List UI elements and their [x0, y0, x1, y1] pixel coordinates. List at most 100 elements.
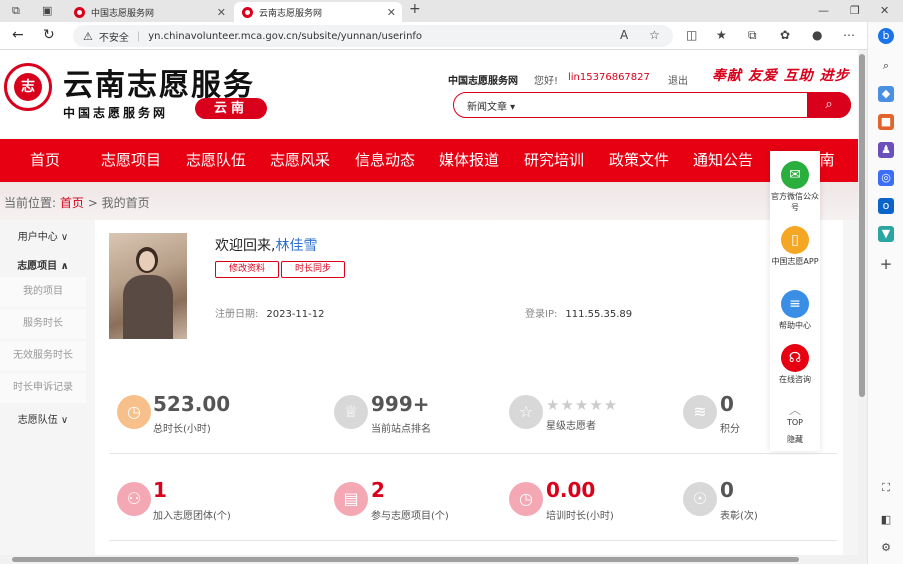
nav-home[interactable]: 首页: [15, 139, 75, 182]
search-icon[interactable]: ⌕: [878, 58, 894, 74]
logout-link[interactable]: 退出: [668, 72, 688, 87]
consult-label: 在线咨询: [779, 375, 811, 384]
maximize-icon[interactable]: ❐: [850, 4, 860, 17]
points-value: 0: [720, 392, 734, 416]
browser-tab-1[interactable]: 中国志愿服务网 ✕: [66, 2, 232, 22]
scroll-thumb[interactable]: [859, 54, 865, 397]
consult-button[interactable]: ☊ 在线咨询: [770, 344, 820, 385]
site-header: 志 云南志愿服务 中国志愿服务网 云南 中国志愿服务网 您好! lin15376…: [0, 50, 858, 139]
refresh-icon[interactable]: ↻: [43, 27, 55, 43]
ip-value: 111.55.35.89: [565, 309, 633, 320]
sidebar-item-user-center[interactable]: 用户中心 ∨: [0, 228, 86, 243]
sidebar-item-invalid-hours[interactable]: 无效服务时长: [0, 341, 86, 371]
nav-teams[interactable]: 志愿队伍: [181, 139, 251, 182]
url-bar[interactable]: ⚠ 不安全 | yn.chinavolunteer.mca.gov.cn/sub…: [73, 25, 673, 47]
favorites-icon[interactable]: ★: [716, 28, 727, 42]
shopping-icon[interactable]: ◆: [878, 86, 894, 102]
profile-icon[interactable]: ●: [812, 28, 822, 42]
search-category-select[interactable]: 新闻文章 ▾: [467, 98, 515, 113]
welcome-text: 欢迎回来,林佳雪: [215, 235, 317, 255]
split-screen-icon[interactable]: ◫: [686, 28, 697, 42]
site-favicon-icon: [242, 6, 253, 18]
region-badge: 云南: [195, 98, 267, 119]
sidebar-item-projects[interactable]: 志愿项目 ∧: [0, 257, 86, 272]
sidebar-item-service-hours[interactable]: 服务时长: [0, 309, 86, 339]
chevron-up-icon: ︿: [788, 403, 801, 417]
help-button[interactable]: ≡ 帮助中心: [770, 290, 820, 331]
breadcrumb: 当前位置: 首页 > 我的首页: [4, 194, 150, 211]
settings-gear-icon[interactable]: ⚙: [878, 540, 894, 556]
read-aloud-icon[interactable]: A: [620, 28, 628, 42]
divider: [109, 453, 837, 454]
back-icon[interactable]: ←: [12, 27, 24, 43]
sidebar-toggle-icon[interactable]: ◧: [878, 512, 894, 528]
tools-icon[interactable]: ■: [878, 114, 894, 130]
edit-profile-button[interactable]: 修改资料: [215, 261, 279, 278]
new-tab-icon[interactable]: +: [409, 1, 421, 17]
games-icon[interactable]: ♟: [878, 142, 894, 158]
app-label: 中国志愿APP: [771, 257, 819, 266]
add-sidebar-icon[interactable]: +: [878, 256, 894, 272]
minimize-icon[interactable]: —: [818, 4, 829, 17]
nav-news[interactable]: 信息动态: [350, 139, 420, 182]
address-toolbar: ← ↻ ⚠ 不安全 | yn.chinavolunteer.mca.gov.cn…: [0, 22, 903, 50]
coins-icon: ≋: [683, 395, 717, 429]
reg-date-label: 注册日期:: [215, 309, 259, 320]
browser-tab-2[interactable]: 云南志愿服务网 ✕: [234, 2, 402, 22]
nav-projects[interactable]: 志愿项目: [96, 139, 166, 182]
scroll-thumb[interactable]: [12, 557, 799, 562]
hide-toolbar-button[interactable]: 隐藏: [770, 434, 820, 445]
close-tab-icon[interactable]: ✕: [217, 6, 226, 19]
medal-icon: ☉: [683, 482, 717, 516]
tab-title: 云南志愿服务网: [259, 8, 323, 19]
favorite-star-icon[interactable]: ☆: [649, 28, 660, 42]
user-sidebar: 用户中心 ∨ 志愿项目 ∧ 我的项目 服务时长 无效服务时长 时长申诉记录 志愿…: [0, 220, 86, 560]
breadcrumb-label: 当前位置:: [4, 196, 57, 210]
workspaces-icon[interactable]: ⧉: [12, 4, 20, 18]
m365-icon[interactable]: ◎: [878, 170, 894, 186]
browser-tabbar: ⧉ ▣ 中国志愿服务网 ✕ 云南志愿服务网 ✕ + — ❐ ✕: [0, 0, 903, 22]
phone-icon: ▯: [781, 226, 809, 254]
rank-label: 当前站点排名: [371, 424, 431, 435]
username-link[interactable]: lin15376867827: [568, 72, 650, 83]
search-button[interactable]: ⌕: [807, 92, 851, 118]
drop-icon[interactable]: ▼: [878, 226, 894, 242]
tab-title: 中国志愿服务网: [91, 8, 155, 19]
headset-icon: ☊: [781, 344, 809, 372]
volunteer-logo-icon[interactable]: 志: [4, 63, 52, 111]
collections-icon[interactable]: ⧉: [748, 28, 757, 43]
reg-date-value: 2023-11-12: [266, 309, 325, 320]
main-site-link[interactable]: 中国志愿服务网: [448, 72, 518, 87]
sidebar-item-teams[interactable]: 志愿队伍 ∨: [0, 411, 86, 426]
nav-media[interactable]: 媒体报道: [434, 139, 504, 182]
warning-icon: ⚠: [83, 29, 93, 43]
nav-showcase[interactable]: 志愿风采: [265, 139, 335, 182]
breadcrumb-current: 我的首页: [101, 196, 150, 210]
close-tab-icon[interactable]: ✕: [387, 6, 396, 19]
tab-actions-icon[interactable]: ▣: [42, 4, 52, 17]
app-button[interactable]: ▯ 中国志愿APP: [770, 226, 820, 267]
vertical-scrollbar[interactable]: [858, 50, 867, 564]
user-display-name: 林佳雪: [275, 238, 318, 254]
horizontal-scrollbar[interactable]: [0, 555, 858, 564]
close-window-icon[interactable]: ✕: [880, 4, 889, 17]
registration-info: 注册日期: 2023-11-12: [215, 305, 325, 320]
more-menu-icon[interactable]: ⋯: [843, 28, 855, 42]
extension-icon[interactable]: ✿: [780, 28, 790, 42]
wechat-button[interactable]: ✉ 官方微信公众号: [770, 161, 820, 213]
sidebar-item-hour-appeal[interactable]: 时长申诉记录: [0, 373, 86, 403]
nav-notice[interactable]: 通知公告: [688, 139, 758, 182]
search-box[interactable]: 新闻文章 ▾ ⌕: [453, 92, 851, 118]
outlook-icon[interactable]: o: [878, 198, 894, 214]
nav-research[interactable]: 研究培训: [519, 139, 589, 182]
nav-policy[interactable]: 政策文件: [604, 139, 674, 182]
sidebar-item-my-projects[interactable]: 我的项目: [0, 277, 86, 307]
breadcrumb-home-link[interactable]: 首页: [60, 196, 84, 210]
url-separator: |: [136, 30, 141, 42]
back-to-top-button[interactable]: ︿ TOP: [770, 401, 820, 427]
sync-hours-button[interactable]: 时长同步: [281, 261, 345, 278]
url-text[interactable]: yn.chinavolunteer.mca.gov.cn/subsite/yun…: [148, 31, 422, 42]
awards-label: 表彰(次): [720, 511, 758, 522]
bing-copilot-icon[interactable]: b: [878, 28, 894, 44]
screenshot-icon[interactable]: ⛶: [878, 480, 894, 496]
